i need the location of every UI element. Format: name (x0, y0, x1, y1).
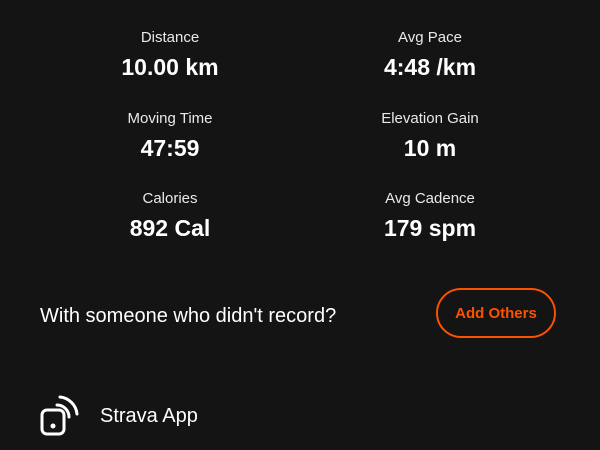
activity-stats-grid: Distance 10.00 km Avg Pace 4:48 /km Movi… (0, 0, 600, 260)
stat-calories-value: 892 Cal (129, 215, 211, 241)
recording-source-label: Strava App (100, 405, 198, 427)
stat-avg-pace-value: 4:48 /km (383, 54, 477, 80)
recording-source-row: Strava App (40, 394, 340, 438)
stat-moving-time: Moving Time 47:59 (50, 110, 290, 162)
add-others-button[interactable]: Add Others (436, 288, 556, 338)
stat-distance-value: 10.00 km (121, 54, 219, 80)
stat-avg-pace: Avg Pace 4:48 /km (310, 29, 550, 81)
device-signal-icon (40, 394, 80, 436)
stat-calories: Calories 892 Cal (50, 190, 290, 242)
stat-moving-time-label: Moving Time (127, 110, 213, 127)
stat-avg-cadence-label: Avg Cadence (385, 190, 475, 207)
stat-calories-label: Calories (142, 190, 198, 207)
stat-distance-label: Distance (140, 29, 200, 46)
with-others-prompt: With someone who didn't record? (40, 305, 337, 327)
stat-elevation-gain-label: Elevation Gain (381, 110, 479, 127)
with-others-row: With someone who didn't record? Add Othe… (40, 288, 560, 342)
stat-elevation-gain-value: 10 m (403, 135, 457, 161)
stat-avg-cadence: Avg Cadence 179 spm (310, 190, 550, 242)
stat-moving-time-value: 47:59 (140, 135, 200, 161)
stat-avg-cadence-value: 179 spm (383, 215, 477, 241)
stat-elevation-gain: Elevation Gain 10 m (310, 110, 550, 162)
stat-avg-pace-label: Avg Pace (398, 29, 462, 46)
stat-distance: Distance 10.00 km (50, 29, 290, 81)
